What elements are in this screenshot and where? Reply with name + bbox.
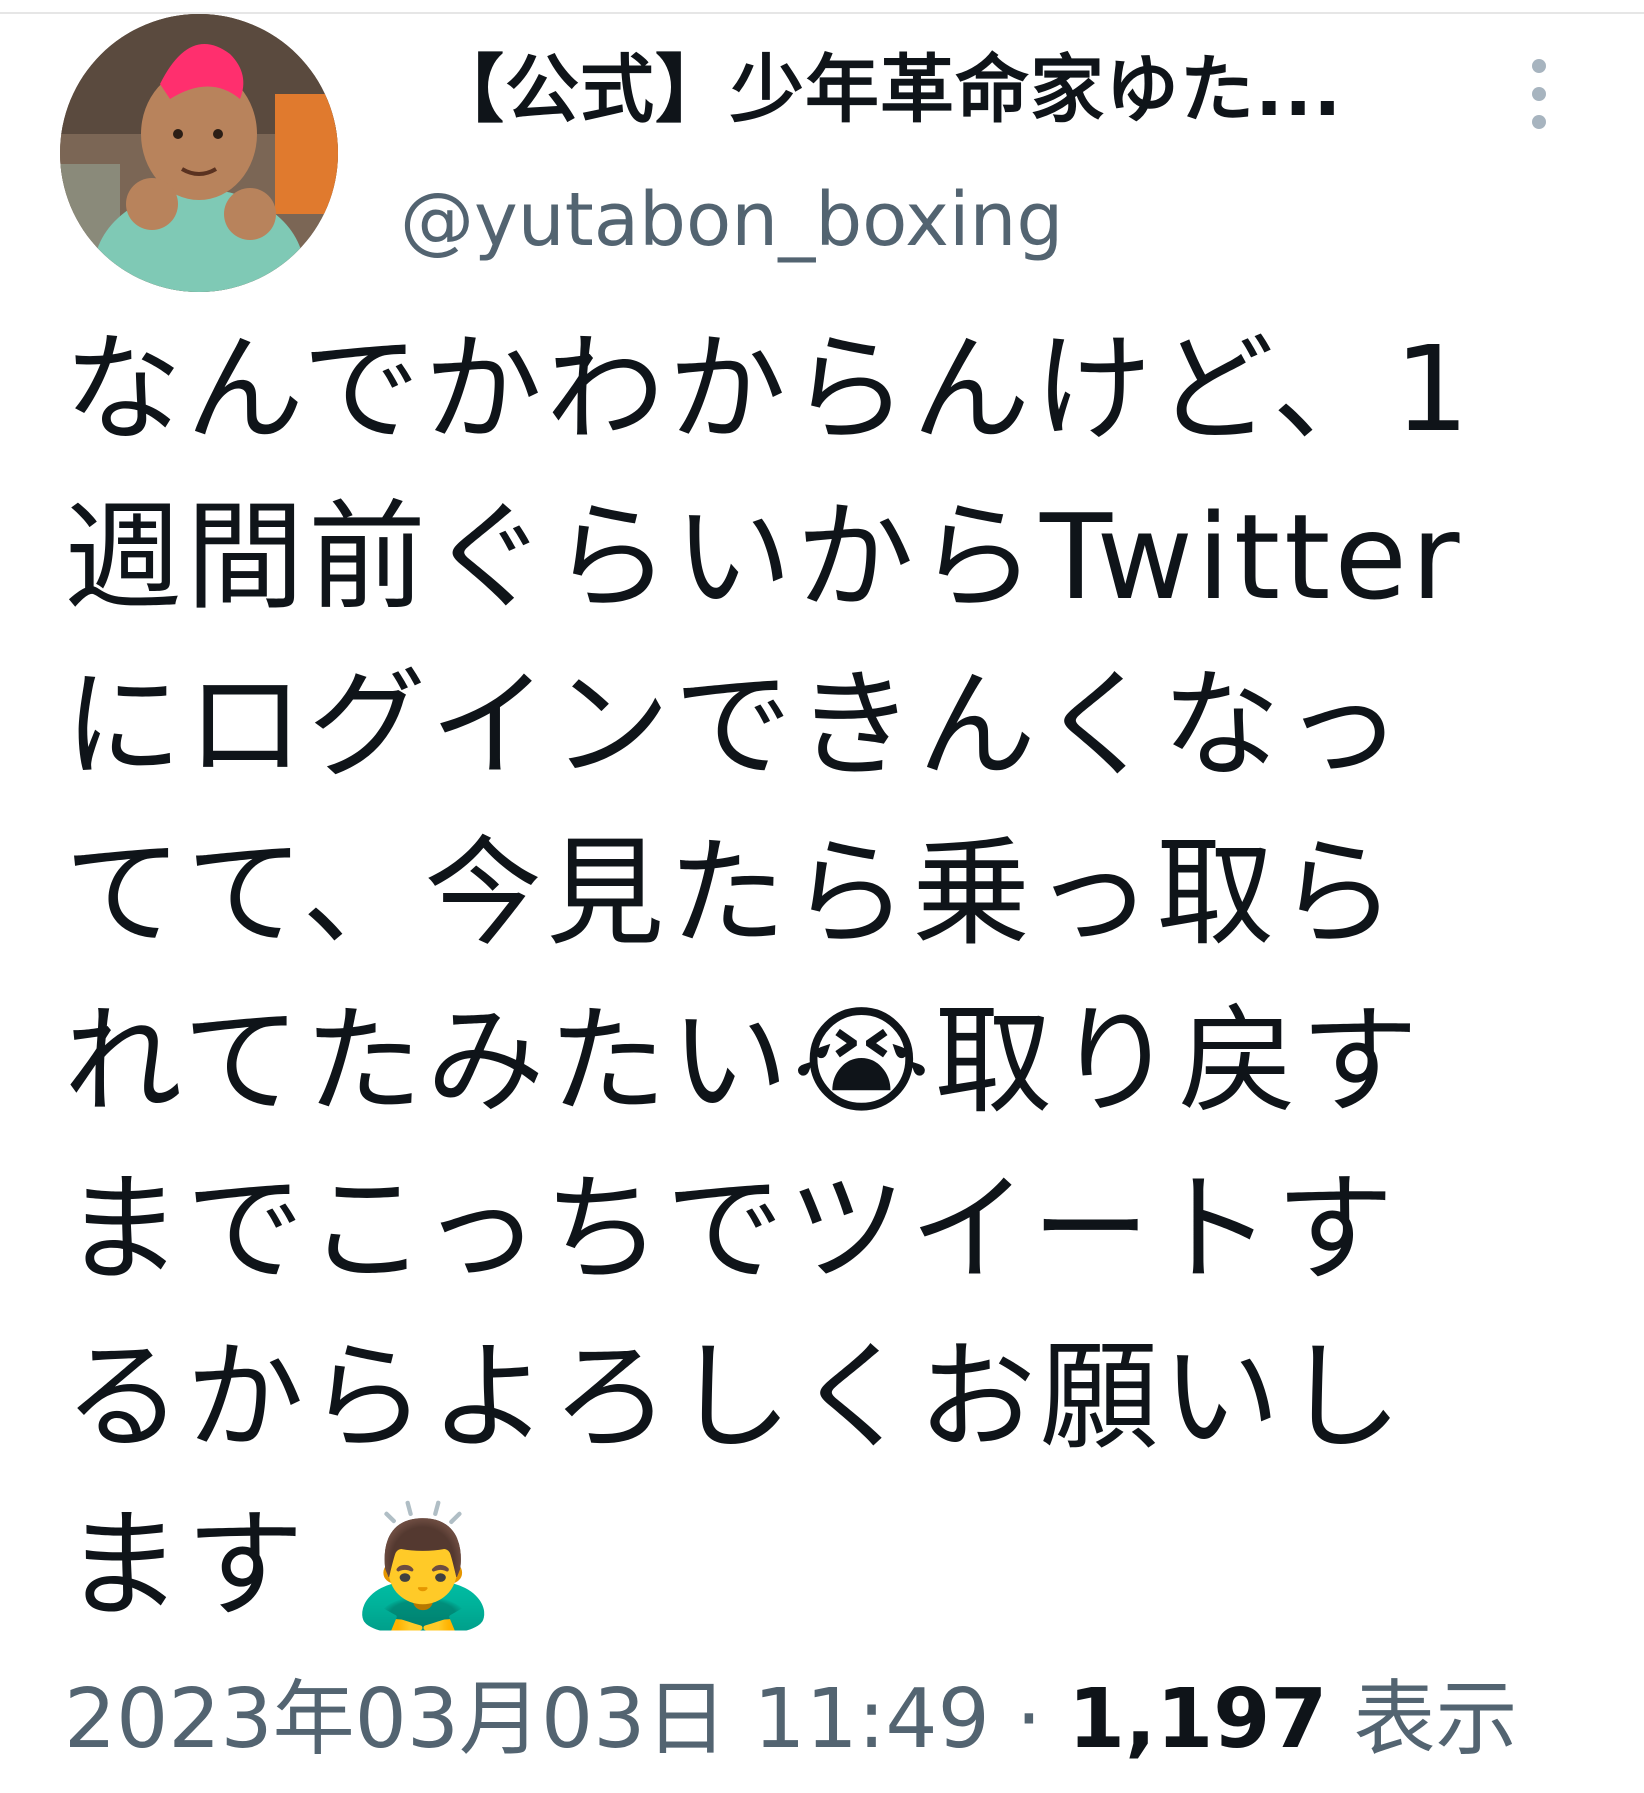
more-options-button[interactable] — [1512, 54, 1566, 134]
tweet: 【公式】少年革命家ゆた... @yutabon_boxing なんでかわからんけ… — [0, 0, 1644, 1793]
meta-separator: · — [1015, 1672, 1042, 1767]
more-vertical-icon — [1532, 59, 1546, 129]
views-label: 表示 — [1353, 1672, 1518, 1767]
views-count: 1,197 — [1067, 1672, 1328, 1767]
tweet-timestamp[interactable]: 2023年03月03日 11:49 — [64, 1672, 990, 1767]
avatar[interactable] — [60, 14, 338, 292]
tweet-metadata: 2023年03月03日 11:49 · 1,197 表示 — [64, 1665, 1517, 1775]
display-name[interactable]: 【公式】少年革命家ゆた... — [430, 38, 1342, 142]
username-handle[interactable]: @yutabon_boxing — [400, 170, 1063, 270]
avatar-image — [60, 14, 338, 292]
tweet-text: なんでかわからんけど、1 週間前ぐらいからTwitter にログインできんくなっ… — [64, 320, 1474, 1634]
